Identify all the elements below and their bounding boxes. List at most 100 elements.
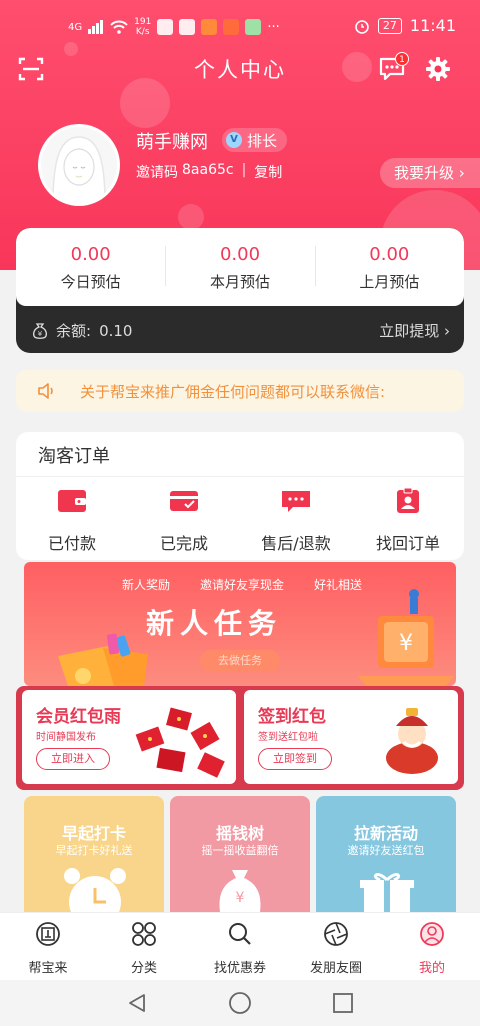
order-label: 找回订单 <box>375 534 440 553</box>
notification-app-icon <box>179 19 196 35</box>
message-badge: 1 <box>395 52 409 66</box>
wifi-icon <box>110 20 128 34</box>
gear-icon[interactable] <box>425 56 451 82</box>
enter-now-button[interactable]: 立即进入 <box>36 748 110 770</box>
invite-code: 8aa65c <box>182 162 234 178</box>
back-icon[interactable] <box>126 992 148 1014</box>
orders-title: 淘客订单 <box>38 446 110 467</box>
order-recover[interactable]: 找回订单 <box>352 487 464 554</box>
tab-label: 分类 <box>130 961 157 976</box>
signal-icon <box>88 20 104 34</box>
clock: 11:41 <box>409 16 456 35</box>
home-icon[interactable] <box>228 991 252 1015</box>
category-icon <box>132 922 156 946</box>
rank-badge: V 排长 <box>222 128 288 152</box>
tab-label: 发朋友圈 <box>309 961 362 976</box>
fortune-god-illustration <box>386 708 438 774</box>
svg-text:¥: ¥ <box>38 330 43 338</box>
banner-tags: 新人奖励 邀请好友享现金 好礼相送 <box>122 576 362 593</box>
money-bag-icon: ¥ <box>219 870 261 912</box>
notice-text: 关于帮宝来推广佣金任何问题都可以联系微信: <box>80 383 386 401</box>
card-subtitle: 时间静国发布 <box>36 732 96 743</box>
stat-today[interactable]: 0.00 今日预估 <box>16 228 165 306</box>
battery-indicator: 27 <box>377 17 402 34</box>
withdraw-button[interactable]: 立即提现 › <box>379 320 450 341</box>
do-task-button[interactable]: 去做任务 <box>200 650 280 672</box>
svg-text:¥: ¥ <box>399 631 413 656</box>
invite-activity-tile[interactable]: 拉新活动 邀请好友送红包 <box>316 796 456 912</box>
svg-text:¥: ¥ <box>236 890 245 906</box>
speaker-icon <box>38 383 53 399</box>
new-user-task-banner[interactable]: 新人奖励 邀请好友享现金 好礼相送 新人任务 去做任务 ¥ <box>24 562 456 686</box>
tab-mine[interactable]: 我的 <box>384 913 480 980</box>
early-checkin-tile[interactable]: 早起打卡 早起打卡好礼送 <box>24 796 164 912</box>
gift-icon <box>360 873 414 912</box>
activity-tiles: 早起打卡 早起打卡好礼送 摇钱树 摇一摇收益翻倍 ¥ 拉新活动 邀请好友送红包 <box>24 796 456 912</box>
order-label: 已完成 <box>159 534 208 553</box>
tile-title: 拉新活动 <box>353 824 418 843</box>
badge-person-icon <box>397 487 419 513</box>
username: 萌手赚网 <box>136 132 208 153</box>
invite-label: 邀请码 <box>136 165 178 181</box>
divider <box>16 476 464 477</box>
top-bar: 个人中心 1 <box>0 48 480 90</box>
notification-app-icon <box>201 19 218 35</box>
invite-code-row: 邀请码 8aa65c | 复制 <box>136 162 282 182</box>
status-bar: 4G 191 K/s ··· 27 11:41 <box>0 0 480 54</box>
stat-value: 0.00 <box>70 244 111 265</box>
banner-tag: 邀请好友享现金 <box>200 578 285 592</box>
checkin-now-button[interactable]: 立即签到 <box>258 748 332 770</box>
tab-label: 我的 <box>418 961 445 976</box>
order-paid[interactable]: 已付款 <box>16 488 128 554</box>
order-completed[interactable]: 已完成 <box>128 488 240 554</box>
red-envelopes-illustration <box>135 707 225 778</box>
network-speed: 191 K/s <box>134 17 152 37</box>
message-card-icon <box>282 491 310 512</box>
banner-tag: 新人奖励 <box>122 578 171 592</box>
tile-subtitle: 早起打卡好礼送 <box>55 844 133 857</box>
notification-app-icon <box>245 19 262 35</box>
notice-bar[interactable]: 关于帮宝来推广佣金任何问题都可以联系微信: <box>16 370 464 412</box>
tile-subtitle: 摇一摇收益翻倍 <box>201 844 279 857</box>
aperture-icon <box>324 922 348 946</box>
banner-tag: 好礼相送 <box>314 578 363 592</box>
tab-category[interactable]: 分类 <box>96 913 192 980</box>
search-icon <box>229 923 251 945</box>
alarm-icon <box>355 19 369 34</box>
order-refund[interactable]: 售后/退款 <box>240 488 352 554</box>
invite-divider: | <box>241 162 247 178</box>
recents-icon[interactable] <box>332 992 354 1014</box>
stat-label: 上月预估 <box>359 273 420 291</box>
balance-label: 余额: <box>56 322 92 340</box>
stat-this-month[interactable]: 0.00 本月预估 <box>165 228 314 306</box>
money-bag-icon: ¥ <box>33 322 47 339</box>
money-tree-tile[interactable]: 摇钱树 摇一摇收益翻倍 ¥ <box>170 796 310 912</box>
member-red-packet-rain-card[interactable]: 会员红包雨 时间静国发布 立即进入 <box>22 690 236 784</box>
network-label: 4G <box>68 21 83 33</box>
tab-label: 找优惠券 <box>213 961 266 976</box>
upgrade-button[interactable]: 我要升级 › <box>380 158 480 188</box>
order-label: 售后/退款 <box>261 534 331 553</box>
stat-value: 0.00 <box>369 244 410 265</box>
rank-label: 排长 <box>247 131 278 150</box>
stat-last-month[interactable]: 0.00 上月预估 <box>314 228 464 306</box>
red-packet-panel: 会员红包雨 时间静国发布 立即进入 签到红包 签到送红包啦 立即签到 <box>16 686 464 790</box>
tile-title: 摇钱树 <box>215 824 264 843</box>
checkin-red-packet-card[interactable]: 签到红包 签到送红包啦 立即签到 <box>244 690 458 784</box>
gift-box-illustration <box>58 633 148 686</box>
wallet-icon <box>58 490 86 512</box>
taoke-orders-card: 淘客订单 已付款 已完成 售后/退款 找回订单 <box>16 432 464 560</box>
avatar-image <box>41 127 117 203</box>
tile-subtitle: 邀请好友送红包 <box>347 844 425 857</box>
profile-icon <box>420 922 444 946</box>
card-title: 会员红包雨 <box>36 707 121 727</box>
earnings-card: 0.00 今日预估 0.00 本月预估 0.00 上月预估 ¥ 余额: 0.10… <box>16 228 464 353</box>
home-logo-icon <box>36 922 60 946</box>
tab-find-coupons[interactable]: 找优惠券 <box>192 913 288 980</box>
card-check-icon <box>170 491 198 511</box>
copy-button[interactable]: 复制 <box>254 162 282 182</box>
tab-home[interactable]: 帮宝来 <box>0 913 96 980</box>
avatar[interactable] <box>38 124 120 206</box>
tab-moments[interactable]: 发朋友圈 <box>288 913 384 980</box>
stat-label: 本月预估 <box>209 273 270 291</box>
